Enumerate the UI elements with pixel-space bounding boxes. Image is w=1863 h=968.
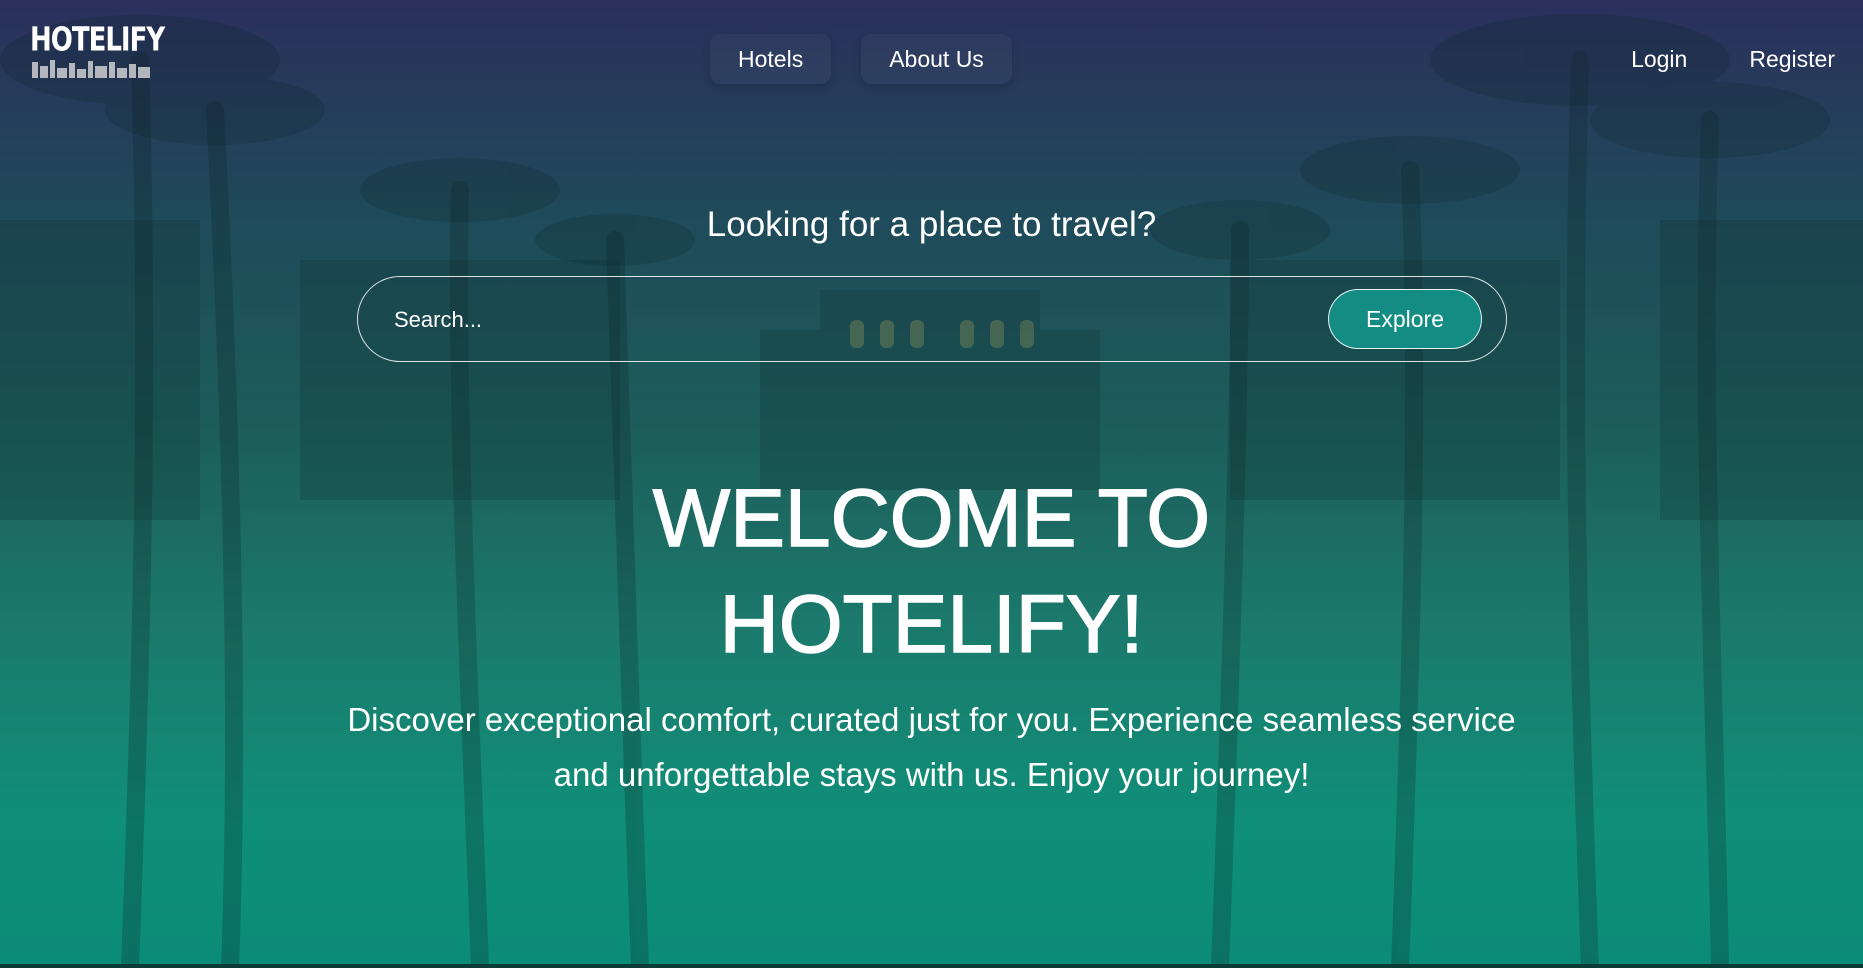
welcome-heading-line2: HOTELIFY! [719,578,1144,671]
auth-nav: Login Register [1623,34,1843,84]
bottom-divider [0,964,1863,968]
search-tagline: Looking for a place to travel? [706,205,1157,244]
welcome-heading-line1: WELCOME TO [652,472,1211,565]
explore-button[interactable]: Explore [1328,289,1482,349]
logo-skyline-graphic [32,60,150,78]
search-bar: Explore [357,276,1507,362]
search-input[interactable] [392,297,1296,343]
logo-wordmark: HOTELIFY [30,21,165,59]
register-link[interactable]: Register [1741,34,1843,84]
login-link[interactable]: Login [1623,34,1695,84]
hero-section: HOTELIFY Hotels About Us Login Register … [0,0,1863,968]
welcome-heading: WELCOME TO HOTELIFY! [0,466,1863,678]
main-nav: Hotels About Us [710,34,1012,84]
nav-hotels-link[interactable]: Hotels [710,34,831,84]
nav-about-us-link[interactable]: About Us [861,34,1012,84]
hotelify-logo[interactable]: HOTELIFY [30,24,165,84]
hero-description: Discover exceptional comfort, curated ju… [347,701,1516,793]
